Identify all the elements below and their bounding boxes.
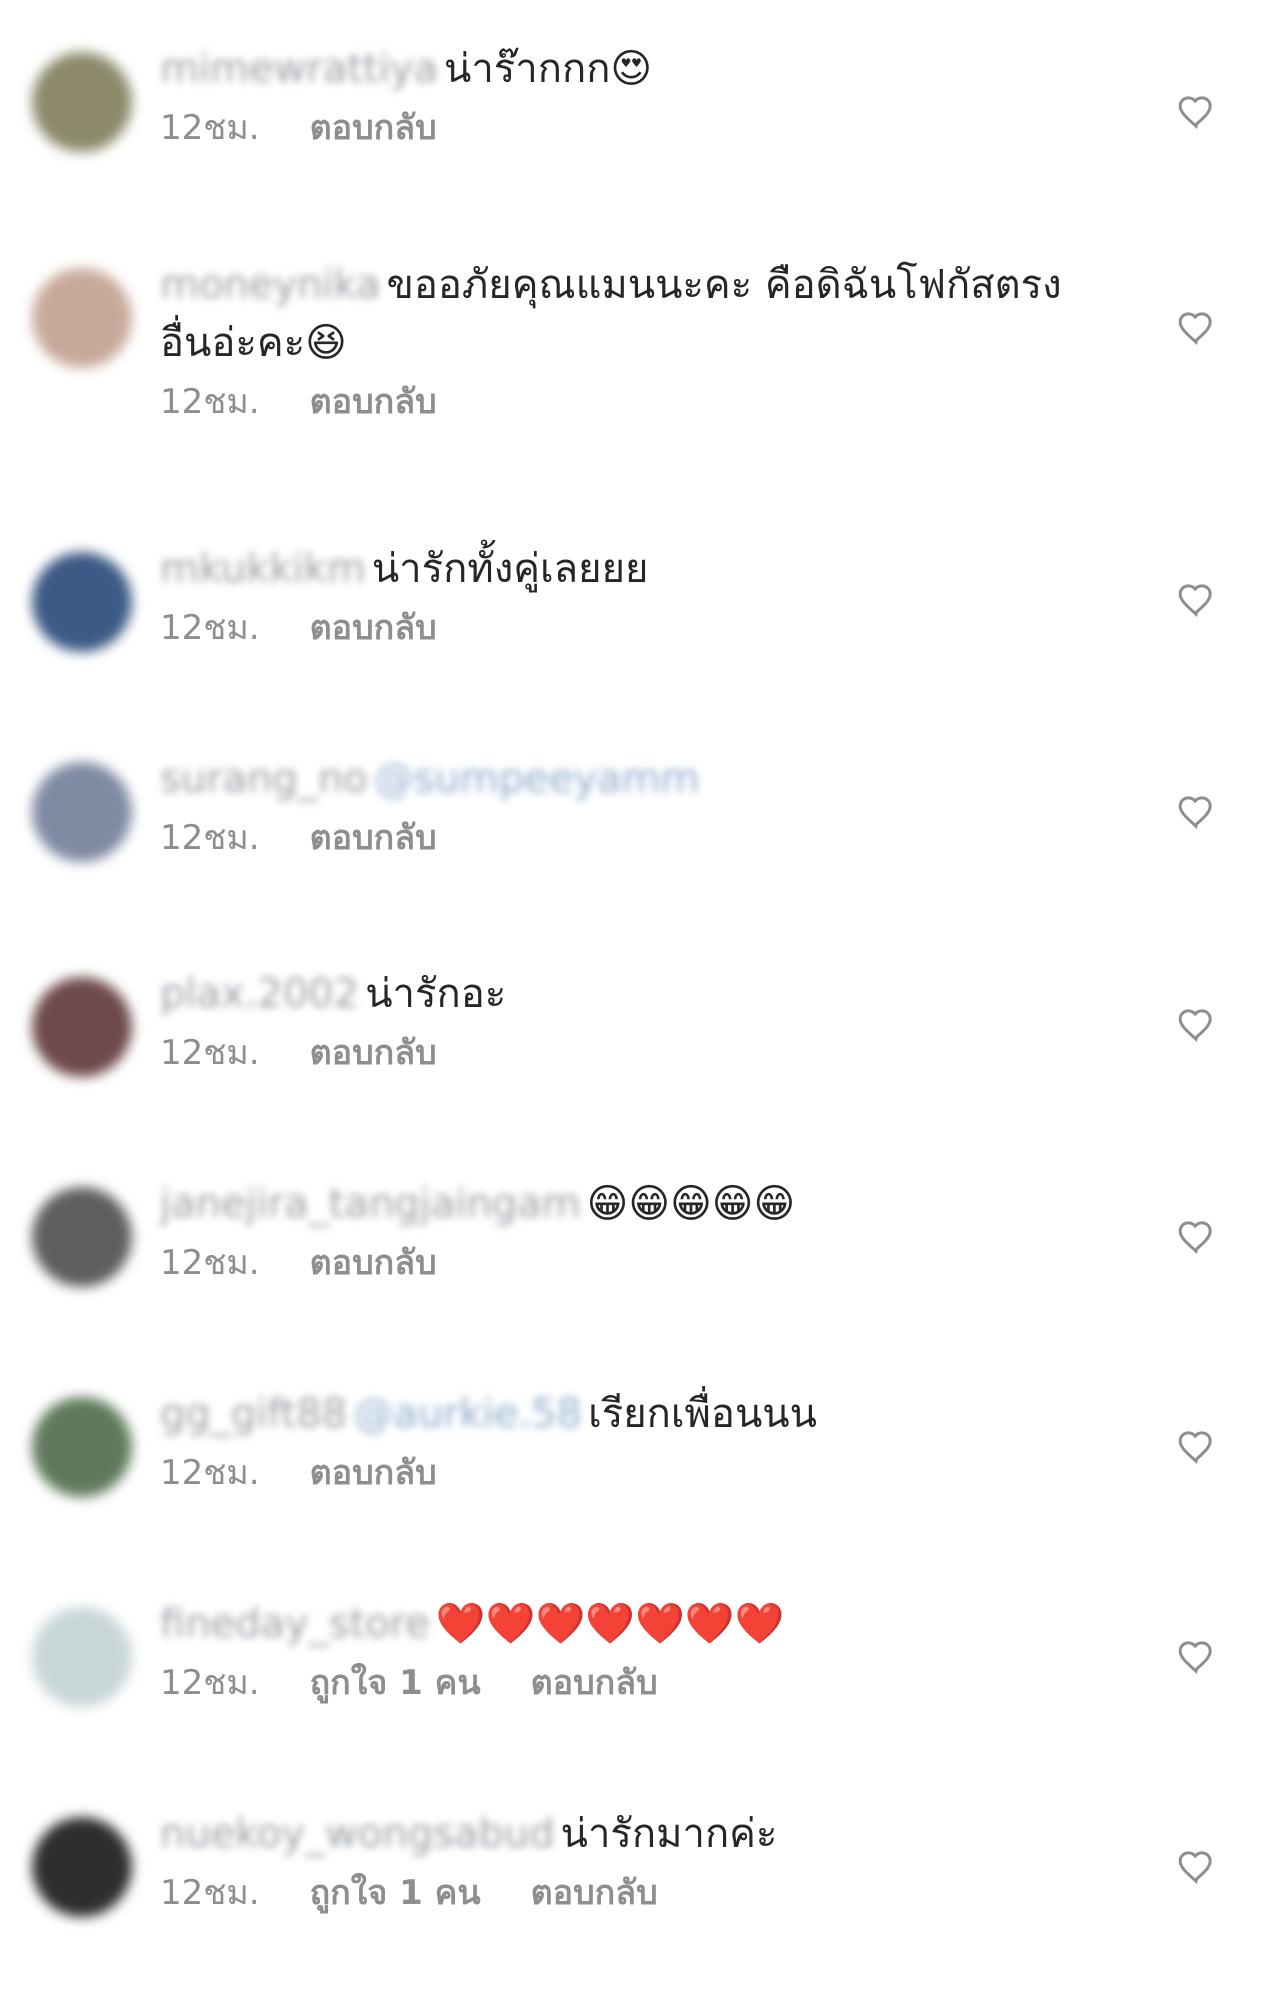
comment-time: 12ชม. [160,108,260,148]
comment-line: janejira_tangjaingam 😁😁😁😁😁 [160,1175,1100,1233]
comment-emoji: 😆 [305,320,347,366]
comment-text: น่ารักมากค่ะ [560,1811,778,1857]
reply-button[interactable]: ตอบกลับ [310,378,437,426]
comment-list: mimewrattiya น่าร๊ากกก😍 12ชม. ตอบกลับ mone… [0,0,1280,1991]
comment-meta: 12ชม. ตอบกลับ [160,1449,1100,1497]
comment-meta: 12ชม. ถูกใจ 1 คน ตอบกลับ [160,1659,1100,1707]
reply-button[interactable]: ตอบกลับ [310,1239,437,1287]
comment-text: เรียกเพื่อนนน [588,1391,817,1437]
comment-time: 12ชม. [160,1033,260,1073]
avatar[interactable] [32,762,132,862]
like-heart-icon[interactable] [1176,1847,1216,1887]
like-heart-icon[interactable] [1176,308,1216,348]
reply-button[interactable]: ตอบกลับ [310,1449,437,1497]
comment-body: janejira_tangjaingam 😁😁😁😁😁 12ชม. ตอบกลับ [160,1175,1100,1287]
comment-body: surang_no @sumpeeyamm 12ชม. ตอบกลับ [160,750,1100,862]
comment-username[interactable]: mimewrattiya [160,46,438,92]
comment-body: mimewrattiya น่าร๊ากกก😍 12ชม. ตอบกลับ [160,40,1100,152]
comment-meta: 12ชม. ตอบกลับ [160,378,1100,426]
comment-time: 12ชม. [160,1243,260,1283]
comment-meta: 12ชม. ตอบกลับ [160,104,1100,152]
like-heart-icon[interactable] [1176,1005,1216,1045]
comment-mention[interactable]: @sumpeeyamm [374,756,700,802]
comment-line: surang_no @sumpeeyamm [160,750,1100,808]
comment-emoji: 😁😁😁😁😁 [586,1181,796,1227]
comment-time: 12ชม. [160,1873,260,1913]
comment-username[interactable]: gg_gift88 [160,1391,347,1437]
avatar[interactable] [32,52,132,152]
comment-line: gg_gift88 @aurkie.58 เรียกเพื่อนนน [160,1385,1100,1443]
comment-body: nuekoy_wongsabud น่ารักมากค่ะ 12ชม. ถูกใจ … [160,1805,1100,1917]
avatar[interactable] [32,977,132,1077]
comment-username[interactable]: moneynika [160,262,381,308]
comment-body: mkukkikm น่ารักทั้งคู่เลยยย 12ชม. ตอบกลับ [160,540,1100,652]
comment-body: gg_gift88 @aurkie.58 เรียกเพื่อนนน 12ชม. ตอ… [160,1385,1100,1497]
reply-button[interactable]: ตอบกลับ [531,1659,658,1707]
comment-username[interactable]: mkukkikm [160,546,366,592]
like-heart-icon[interactable] [1176,1217,1216,1257]
reply-button[interactable]: ตอบกลับ [310,104,437,152]
comment-line: mkukkikm น่ารักทั้งคู่เลยยย [160,540,1100,598]
comment-body: moneynika ขออภัยคุณแมนนะคะ คือดิฉันโฟกัสต… [160,256,1100,426]
comment-line: nuekoy_wongsabud น่ารักมากค่ะ [160,1805,1100,1863]
comment-line: fineday_store ❤️❤️❤️❤️❤️❤️❤️ [160,1595,1100,1653]
reply-button[interactable]: ตอบกลับ [531,1869,658,1917]
likes-count[interactable]: ถูกใจ 1 คน [310,1659,481,1707]
comment-line: moneynika ขออภัยคุณแมนนะคะ คือดิฉันโฟกัสต… [160,256,1100,372]
reply-button[interactable]: ตอบกลับ [310,814,437,862]
like-heart-icon[interactable] [1176,1637,1216,1677]
avatar[interactable] [32,1397,132,1497]
avatar[interactable] [32,1607,132,1707]
comment-username[interactable]: nuekoy_wongsabud [160,1811,555,1857]
comment-line: mimewrattiya น่าร๊ากกก😍 [160,40,1100,98]
like-heart-icon[interactable] [1176,1427,1216,1467]
comment-time: 12ชม. [160,818,260,858]
comment-text: น่าร๊ากกก [444,46,611,92]
comment-username[interactable]: fineday_store [160,1601,430,1647]
comment-meta: 12ชม. ตอบกลับ [160,814,1100,862]
comment-time: 12ชม. [160,608,260,648]
like-heart-icon[interactable] [1176,792,1216,832]
comment-body: plax.2002 น่ารักอะ 12ชม. ตอบกลับ [160,965,1100,1077]
comment-emoji: ❤️❤️❤️❤️❤️❤️❤️ [435,1601,785,1647]
avatar[interactable] [32,1187,132,1287]
comment-username[interactable]: janejira_tangjaingam [160,1181,581,1227]
comment-emoji: 😍 [610,46,653,92]
comment-mention[interactable]: @aurkie.58 [353,1391,582,1437]
comment-meta: 12ชม. ถูกใจ 1 คน ตอบกลับ [160,1869,1100,1917]
comment-meta: 12ชม. ตอบกลับ [160,1029,1100,1077]
avatar[interactable] [32,552,132,652]
avatar[interactable] [32,268,132,368]
likes-count[interactable]: ถูกใจ 1 คน [310,1869,481,1917]
reply-button[interactable]: ตอบกลับ [310,1029,437,1077]
comment-meta: 12ชม. ตอบกลับ [160,604,1100,652]
comment-time: 12ชม. [160,382,260,422]
comment-text: น่ารักอะ [365,971,507,1017]
comment-username[interactable]: surang_no [160,756,368,802]
comment-time: 12ชม. [160,1663,260,1703]
comment-body: fineday_store ❤️❤️❤️❤️❤️❤️❤️ 12ชม. ถูกใจ 1… [160,1595,1100,1707]
avatar[interactable] [32,1817,132,1917]
reply-button[interactable]: ตอบกลับ [310,604,437,652]
comment-text: น่ารักทั้งคู่เลยยย [371,546,649,592]
like-heart-icon[interactable] [1176,92,1216,132]
comment-line: plax.2002 น่ารักอะ [160,965,1100,1023]
comment-username[interactable]: plax.2002 [160,971,359,1017]
like-heart-icon[interactable] [1176,580,1216,620]
comment-time: 12ชม. [160,1453,260,1493]
comment-meta: 12ชม. ตอบกลับ [160,1239,1100,1287]
